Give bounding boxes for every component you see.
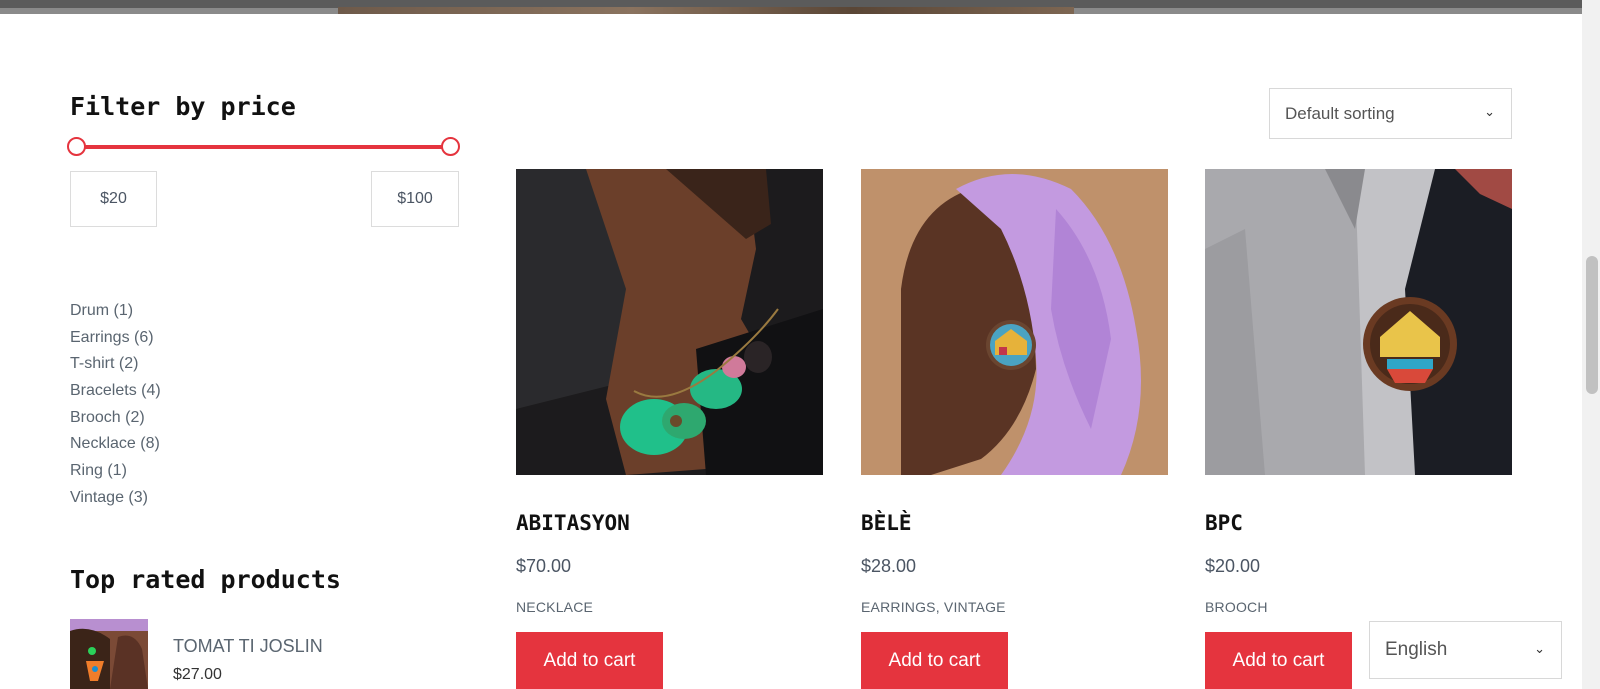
product-categories[interactable]: EARRINGS, VINTAGE [861, 599, 1006, 615]
category-link-bracelets[interactable]: Bracelets (4) [70, 382, 161, 409]
product-name[interactable]: BPC [1205, 511, 1243, 535]
product-price: $70.00 [516, 556, 572, 576]
min-price-field[interactable]: $20 [70, 171, 157, 227]
category-link-earrings[interactable]: Earrings (6) [70, 329, 161, 356]
price-range-slider[interactable] [67, 135, 460, 159]
product-card: BÈLÈ $28.00 EARRINGS, VINTAGE Add to car… [861, 169, 1168, 689]
category-link-t-shirt[interactable]: T-shirt (2) [70, 355, 161, 382]
product-categories[interactable]: NECKLACE [516, 599, 593, 615]
product-price: $28.00 [861, 556, 917, 576]
top-rated-heading: Top rated products [70, 565, 341, 594]
top-rated-product-thumbnail[interactable] [70, 619, 148, 689]
add-to-cart-button[interactable]: Add to cart [1205, 632, 1352, 689]
product-price: $20.00 [1205, 556, 1261, 576]
chevron-down-icon: ⌄ [1534, 641, 1545, 656]
product-image[interactable] [516, 169, 823, 475]
category-link-necklace[interactable]: Necklace (8) [70, 435, 161, 462]
page-scrollbar[interactable] [1582, 0, 1600, 689]
top-rated-product-name[interactable]: TOMAT TI JOSLIN [173, 636, 323, 657]
category-link-drum[interactable]: Drum (1) [70, 302, 161, 329]
product-image[interactable] [861, 169, 1168, 475]
chevron-down-icon: ⌄ [1484, 104, 1495, 119]
sorting-select[interactable]: Default sorting ⌄ [1269, 88, 1512, 139]
top-rated-product-price: $27.00 [173, 666, 222, 683]
max-price-field[interactable]: $100 [371, 171, 459, 227]
category-link-ring[interactable]: Ring (1) [70, 462, 161, 489]
product-categories[interactable]: BROOCH [1205, 599, 1268, 615]
add-to-cart-button[interactable]: Add to cart [516, 632, 663, 689]
sorting-selected-value: Default sorting [1285, 103, 1395, 123]
language-select[interactable]: English ⌄ [1369, 621, 1562, 679]
category-link-brooch[interactable]: Brooch (2) [70, 409, 161, 436]
min-price-handle[interactable] [67, 137, 86, 156]
max-price-handle[interactable] [441, 137, 460, 156]
hero-image-bottom-edge [0, 0, 1582, 14]
scrollbar-thumb[interactable] [1586, 256, 1598, 394]
product-card: ABITASYON $70.00 NECKLACE Add to cart [516, 169, 823, 689]
add-to-cart-button[interactable]: Add to cart [861, 632, 1008, 689]
language-selected-value: English [1385, 639, 1448, 660]
product-image[interactable] [1205, 169, 1512, 475]
product-name[interactable]: ABITASYON [516, 511, 630, 535]
category-link-vintage[interactable]: Vintage (3) [70, 489, 161, 516]
filter-by-price-heading: Filter by price [70, 92, 296, 121]
product-name[interactable]: BÈLÈ [861, 511, 912, 535]
category-list: Drum (1) Earrings (6) T-shirt (2) Bracel… [70, 302, 161, 516]
product-card: BPC $20.00 BROOCH Add to cart [1205, 169, 1512, 689]
price-range-track [78, 145, 452, 149]
